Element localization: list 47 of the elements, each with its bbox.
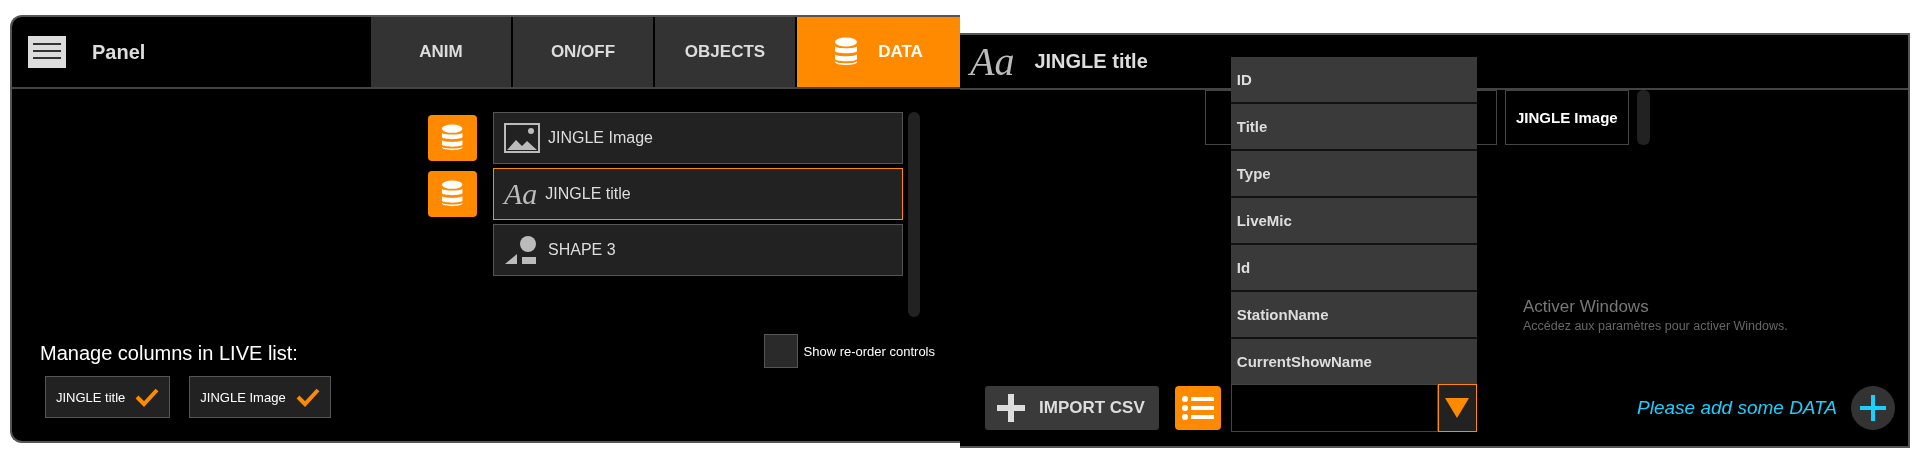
object-item[interactable]: JINGLE Image xyxy=(493,112,903,164)
list-button[interactable] xyxy=(1174,386,1221,430)
dropdown-field[interactable] xyxy=(1230,384,1438,432)
text-glyph: Aa xyxy=(970,38,1015,85)
object-name: JINGLE title xyxy=(545,185,631,203)
column-toggle[interactable]: JINGLE title xyxy=(45,376,171,418)
column-label: JINGLE Image xyxy=(200,389,286,405)
column-toggle[interactable]: JINGLE Image xyxy=(189,376,331,418)
scrollbar[interactable] xyxy=(908,112,920,317)
image-icon xyxy=(504,123,540,153)
tab[interactable]: ON/OFF xyxy=(513,17,653,87)
notice-title: Activer Windows xyxy=(1523,297,1650,317)
column-header: JINGLE Image xyxy=(1505,90,1629,145)
dropdown-option[interactable]: CurrentShowName xyxy=(1230,339,1477,384)
caret-icon xyxy=(1444,397,1471,419)
database-icon xyxy=(441,180,464,208)
dropdown-option[interactable]: LiveMic xyxy=(1230,198,1477,243)
plus-icon xyxy=(1859,394,1887,422)
column-label: JINGLE title xyxy=(56,389,126,405)
dropdown-option[interactable]: ID xyxy=(1230,57,1477,102)
text-glyph: Aa xyxy=(504,177,538,211)
data-title: JINGLE title xyxy=(1034,50,1148,73)
data-link-badge[interactable] xyxy=(428,171,477,217)
tab[interactable]: OBJECTS xyxy=(655,17,795,87)
columns-heading: Manage columns in LIVE list: xyxy=(40,342,299,365)
plus-icon xyxy=(995,392,1027,424)
empty-message: Please add some DATA xyxy=(1637,397,1837,419)
scrollbar[interactable] xyxy=(1636,90,1650,145)
dropdown-option[interactable]: Title xyxy=(1230,104,1477,149)
object-item[interactable]: Aa JINGLE title xyxy=(493,168,903,220)
object-name: SHAPE 3 xyxy=(548,241,616,259)
checkbox[interactable] xyxy=(763,334,798,368)
notice-text: Accédez aux paramètres pour activer Windows. xyxy=(1523,319,1788,333)
tab[interactable]: ANIM xyxy=(371,17,511,87)
database-icon xyxy=(441,124,464,152)
dropdown-option[interactable]: Type xyxy=(1230,151,1477,196)
checkbox-label: Show re-order controls xyxy=(803,343,935,359)
object-item[interactable]: SHAPE 3 xyxy=(493,224,903,276)
data-link-badge[interactable] xyxy=(428,115,477,161)
dropdown-option[interactable]: StationName xyxy=(1230,292,1477,337)
import-csv-button[interactable]: IMPORT CSV xyxy=(985,386,1159,430)
dropdown-option[interactable]: Id xyxy=(1230,245,1477,290)
object-name: JINGLE Image xyxy=(548,129,653,147)
menu-icon[interactable] xyxy=(28,36,66,68)
add-button[interactable] xyxy=(1851,386,1895,430)
panel-title: Panel xyxy=(92,40,146,64)
list-icon xyxy=(1181,395,1214,421)
